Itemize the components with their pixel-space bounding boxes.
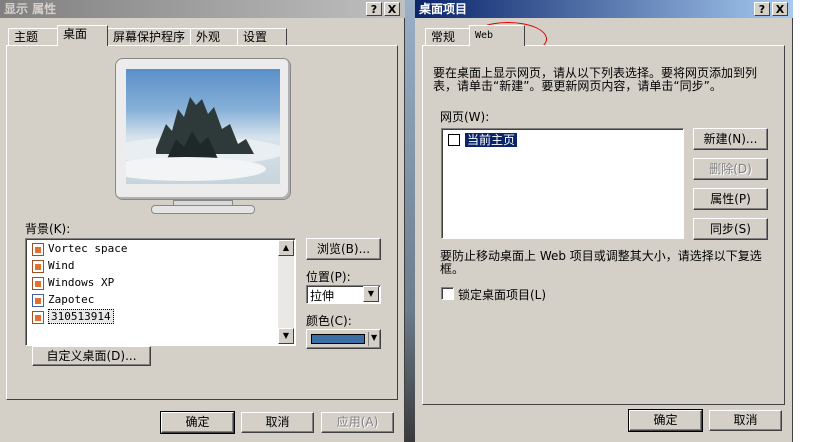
apply-button[interactable]: 应用(A): [321, 412, 394, 433]
position-label: 位置(P):: [306, 270, 351, 284]
image-file-icon: [32, 259, 44, 273]
web-tab-panel: 要在桌面上显示网页，请从以下列表选择。要将网页添加到列 表，请单击“新建”。要更…: [422, 45, 785, 405]
position-select[interactable]: 拉伸 ▼: [306, 285, 381, 304]
webpages-label: 网页(W):: [440, 110, 490, 124]
desktop-background-strip: [405, 0, 415, 442]
list-item[interactable]: Windows XP: [32, 275, 114, 291]
display-properties-titlebar: 显示 属性: [0, 0, 405, 18]
brush-file-icon: [32, 293, 44, 307]
tab-general[interactable]: 常规: [425, 28, 470, 46]
properties-button[interactable]: 属性(P): [693, 188, 768, 210]
mountain-image: [126, 97, 280, 181]
image-file-icon: [32, 310, 44, 324]
list-item[interactable]: Zapotec: [32, 292, 94, 308]
lock-checkbox[interactable]: [441, 287, 454, 300]
help-button[interactable]: ?: [754, 2, 770, 16]
checkbox-icon[interactable]: [448, 134, 460, 146]
tab-web[interactable]: Web: [469, 25, 525, 46]
monitor-base: [151, 205, 255, 214]
image-file-icon: [32, 276, 44, 290]
window-title: 显示 属性: [4, 2, 57, 16]
desktop-items-dialog: 桌面项目 ? X 常规 Web 要在桌面上显示网页，请从以下列表选择。要将网页添…: [415, 0, 793, 442]
list-item[interactable]: 当前主页: [448, 132, 518, 148]
display-properties-dialog: 显示 属性 ? X 主题 桌面 屏幕保护程序 外观 设置 背景(K): Vort…: [0, 0, 405, 442]
background-label: 背景(K):: [25, 222, 71, 236]
customize-desktop-button[interactable]: 自定义桌面(D)...: [32, 346, 151, 366]
window-title: 桌面项目: [419, 2, 468, 16]
tab-screensaver[interactable]: 屏幕保护程序: [107, 28, 191, 46]
background-list[interactable]: Vortec space Wind Windows XP Zapotec 310…: [25, 238, 296, 346]
sync-button[interactable]: 同步(S): [693, 218, 768, 240]
desktop-background-strip: [793, 0, 838, 442]
color-swatch: [311, 334, 365, 344]
color-picker-button[interactable]: ▼: [306, 329, 381, 349]
wallpaper-preview: [126, 69, 280, 184]
scrollbar[interactable]: ▲ ▼: [278, 240, 294, 344]
lock-instructions-line-1: 要防止移动桌面上 Web 项目或调整其大小，请选择以下复选: [440, 249, 762, 263]
image-file-icon: [32, 242, 44, 256]
browse-button[interactable]: 浏览(B)...: [306, 238, 381, 260]
list-item-selected[interactable]: 310513914: [32, 309, 114, 325]
monitor-preview: [115, 58, 291, 214]
webpage-item-label: 当前主页: [465, 133, 518, 147]
instructions-line-2: 表，请单击“新建”。要更新网页内容，请单击“同步”。: [433, 79, 722, 93]
scroll-up-icon[interactable]: ▲: [278, 240, 294, 256]
desktop-tab-panel: 背景(K): Vortec space Wind Windows XP Zapo…: [6, 45, 398, 400]
scroll-down-icon[interactable]: ▼: [278, 328, 294, 344]
tab-desktop[interactable]: 桌面: [57, 25, 108, 46]
dropdown-arrow-icon[interactable]: ▼: [363, 286, 379, 302]
lock-instructions-line-2: 框。: [440, 262, 465, 276]
desktop-items-titlebar: 桌面项目: [415, 0, 793, 18]
webpages-list[interactable]: 当前主页: [441, 128, 684, 239]
tab-themes[interactable]: 主题: [8, 28, 58, 46]
new-button[interactable]: 新建(N)...: [693, 128, 768, 150]
list-item[interactable]: Wind: [32, 258, 75, 274]
cancel-button[interactable]: 取消: [241, 412, 314, 433]
color-label: 颜色(C):: [306, 314, 352, 328]
close-button[interactable]: X: [384, 2, 400, 16]
tab-appearance[interactable]: 外观: [190, 28, 238, 46]
lock-checkbox-label[interactable]: 锁定桌面项目(L): [458, 286, 546, 303]
dropdown-arrow-icon: [368, 332, 369, 346]
help-button[interactable]: ?: [366, 2, 382, 16]
ok-button[interactable]: 确定: [628, 409, 703, 432]
color-arrow-icon: ▼: [371, 333, 378, 342]
cancel-button[interactable]: 取消: [709, 410, 782, 431]
list-item[interactable]: Vortec space: [32, 241, 127, 257]
close-button[interactable]: X: [772, 2, 788, 16]
delete-button[interactable]: 删除(D): [693, 158, 768, 180]
ok-button[interactable]: 确定: [160, 411, 235, 434]
tab-settings[interactable]: 设置: [237, 28, 287, 46]
